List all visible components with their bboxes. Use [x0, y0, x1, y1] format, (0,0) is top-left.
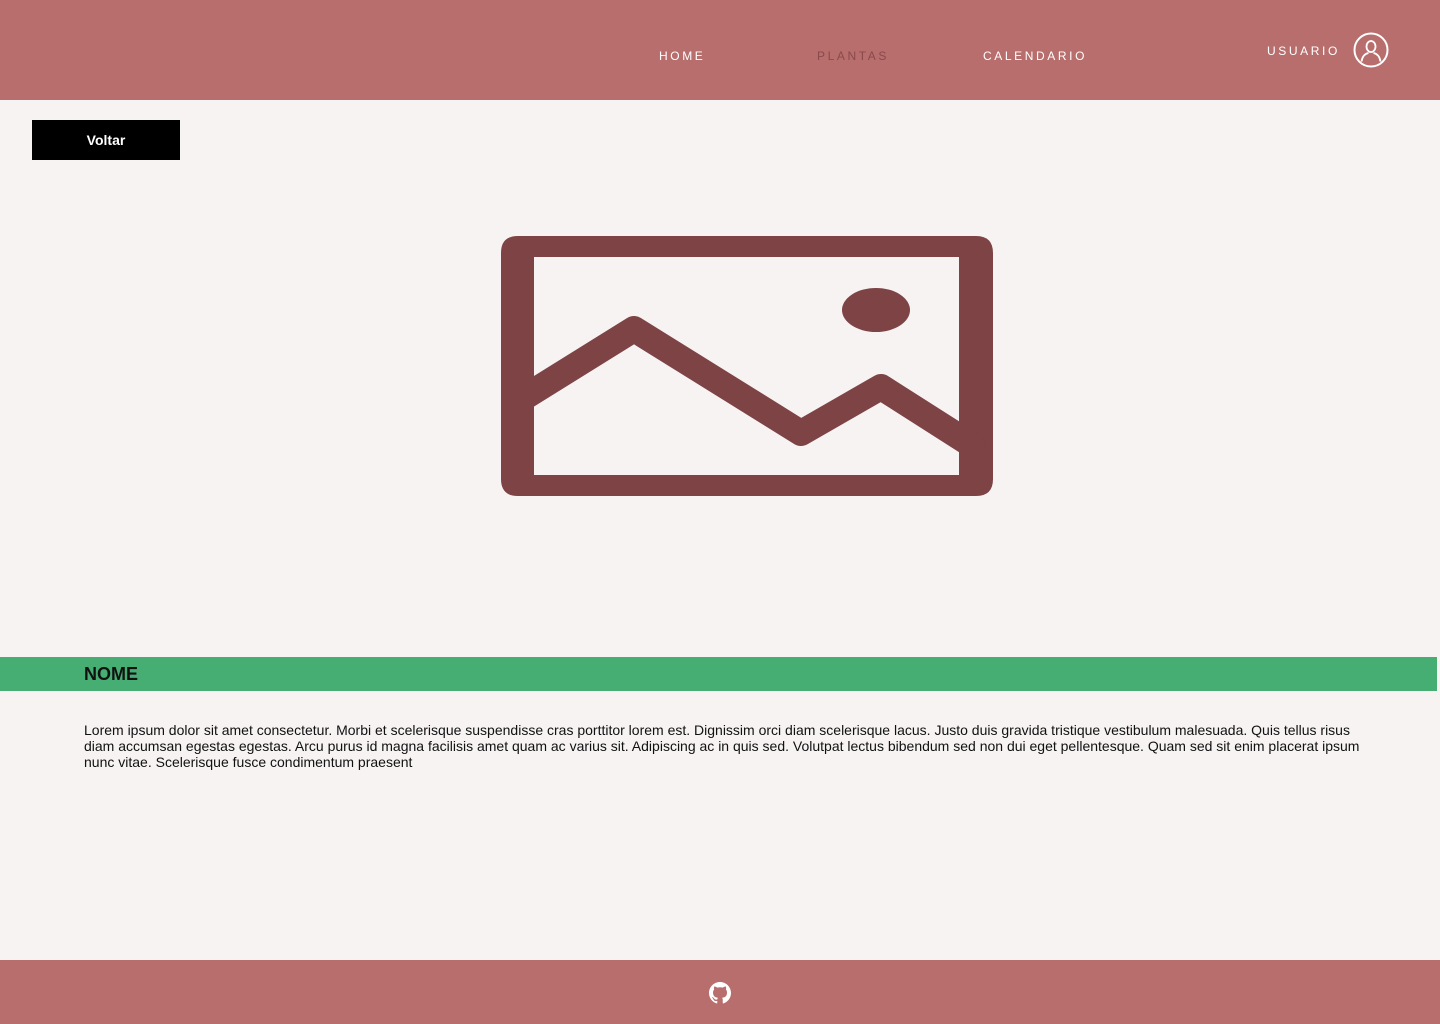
- user-label[interactable]: USUARIO: [1267, 44, 1340, 58]
- user-circle-icon[interactable]: [1353, 32, 1389, 68]
- plant-name: NOME: [84, 664, 138, 684]
- nav-item-plantas[interactable]: PLANTAS: [817, 49, 889, 63]
- image-placeholder-icon: [500, 235, 994, 497]
- back-button[interactable]: Voltar: [32, 120, 180, 160]
- nav-item-home[interactable]: HOME: [659, 49, 705, 63]
- top-navbar: HOME PLANTAS CALENDARIO USUARIO: [0, 0, 1440, 100]
- plant-name-bar: NOME: [0, 657, 1437, 691]
- github-icon[interactable]: [709, 982, 731, 1004]
- plant-description: Lorem ipsum dolor sit amet consectetur. …: [84, 722, 1360, 770]
- nav-item-calendario[interactable]: CALENDARIO: [983, 49, 1087, 63]
